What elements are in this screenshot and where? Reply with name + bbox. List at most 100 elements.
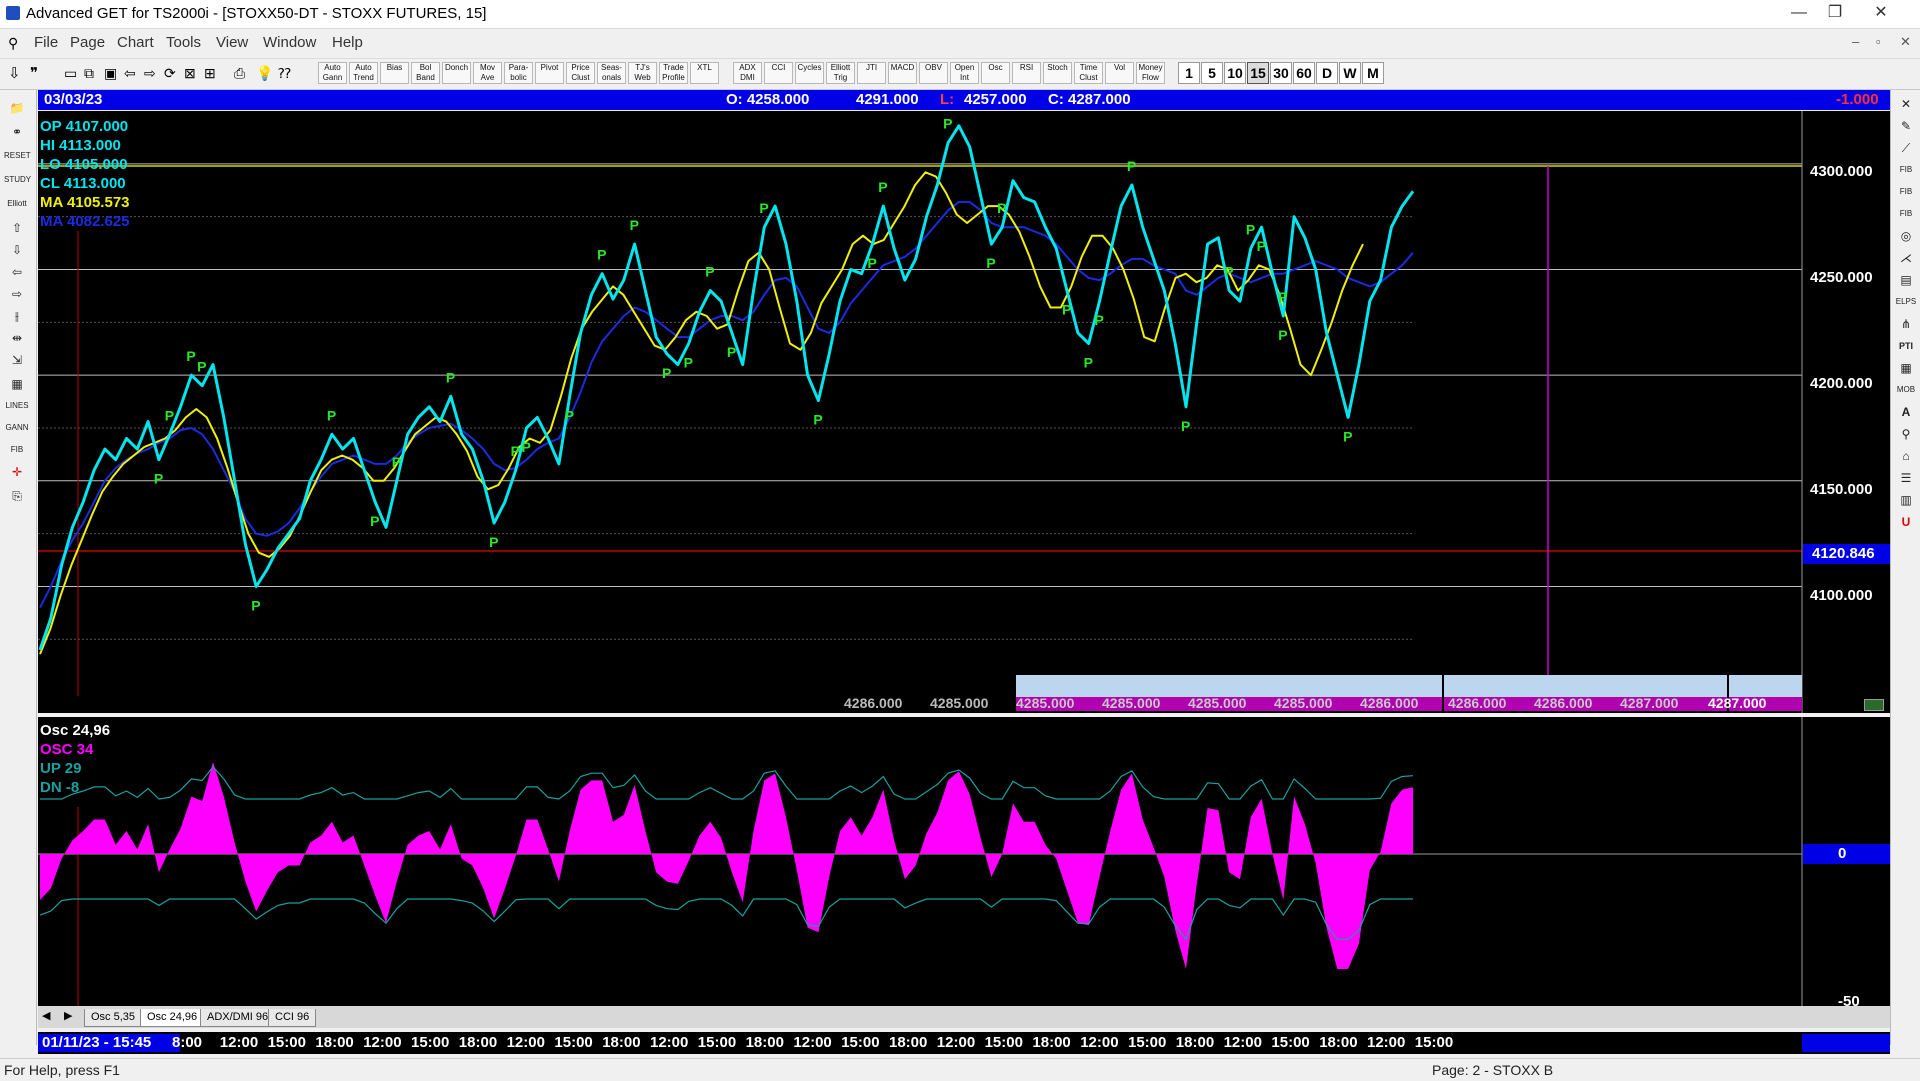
quote-icon[interactable]: ❞: [30, 64, 38, 82]
study-button[interactable]: Mov Ave: [473, 62, 502, 84]
menu-chart[interactable]: Chart: [117, 34, 154, 51]
timeframe-button[interactable]: 15: [1247, 62, 1269, 84]
timeframe-button[interactable]: 5: [1201, 62, 1223, 84]
study-button[interactable]: Auto Trend: [349, 62, 378, 84]
fib-ret-icon[interactable]: FIB: [1893, 160, 1919, 180]
save-icon[interactable]: ▣: [104, 65, 117, 82]
study-button[interactable]: Money Flow: [1136, 62, 1165, 84]
timeframe-button[interactable]: M: [1362, 62, 1384, 84]
study-button[interactable]: Cycles: [795, 62, 824, 84]
study-button[interactable]: Para- bolic: [504, 62, 533, 84]
study-button[interactable]: XTL: [690, 62, 719, 84]
timeframe-button[interactable]: 30: [1270, 62, 1292, 84]
price-chart-panel[interactable]: PPPPPPPPPPPPPPPPPPPPPPPPPPPPPPPPPPPPP OP…: [38, 111, 1890, 713]
study-icon[interactable]: STUDY: [4, 170, 31, 190]
child-close-button[interactable]: ✕: [1900, 34, 1911, 50]
study-button[interactable]: Time Clust: [1074, 62, 1103, 84]
cross-icon[interactable]: ✕: [1893, 94, 1919, 114]
study-button[interactable]: CCI: [764, 62, 793, 84]
fib-time-icon[interactable]: FIB: [1893, 204, 1919, 224]
timeframe-button[interactable]: 10: [1224, 62, 1246, 84]
grid-tool-icon[interactable]: ▦: [1893, 358, 1919, 378]
study-button[interactable]: Bol Band: [411, 62, 440, 84]
copy-icon[interactable]: ⧉: [84, 65, 94, 82]
book-icon[interactable]: ▥: [1893, 490, 1919, 510]
study-button[interactable]: Price Clust: [566, 62, 595, 84]
study-button[interactable]: Elliott Trig: [826, 62, 855, 84]
study-button[interactable]: Auto Gann: [318, 62, 347, 84]
menu-tools[interactable]: Tools: [166, 34, 201, 51]
study-button[interactable]: TJ's Web: [628, 62, 657, 84]
magnet-icon[interactable]: U: [1893, 512, 1919, 532]
study-button[interactable]: Seas- onals: [597, 62, 626, 84]
lines-icon[interactable]: LINES: [4, 396, 30, 416]
ellipse-icon[interactable]: ELPS: [1893, 292, 1919, 312]
elliott-icon[interactable]: Elliott: [4, 194, 30, 214]
study-button[interactable]: Trade Profile: [659, 62, 688, 84]
help-icon[interactable]: ⁇: [278, 65, 291, 82]
expand-icon[interactable]: ⇹: [4, 328, 30, 348]
menu-window[interactable]: Window: [263, 34, 316, 51]
study-button[interactable]: MACD: [888, 62, 917, 84]
arrow-left-icon[interactable]: ⇦: [4, 262, 30, 282]
paint-icon[interactable]: ⌂: [1893, 446, 1919, 466]
fan-icon[interactable]: ⋌: [1893, 248, 1919, 268]
arrow-up-icon[interactable]: ⇧: [4, 218, 30, 238]
document-icon[interactable]: ⚲: [8, 35, 18, 52]
oscillator-panel[interactable]: Osc 24,96 OSC 34 UP 29 DN -8 0 -50: [38, 717, 1890, 1012]
mob-icon[interactable]: MOB: [1893, 380, 1919, 400]
grid-icon[interactable]: ⊠: [184, 65, 196, 82]
study-button[interactable]: JTI: [857, 62, 886, 84]
back-icon[interactable]: ⇦: [124, 65, 136, 82]
table-icon[interactable]: ▦: [4, 374, 30, 394]
timeframe-button[interactable]: D: [1316, 62, 1338, 84]
child-restore-button[interactable]: ▫: [1876, 34, 1881, 49]
oscillator-chart[interactable]: [38, 717, 1890, 1007]
refresh-icon[interactable]: ⟳: [164, 65, 176, 82]
compress-icon[interactable]: ⇲: [4, 350, 30, 370]
print-icon[interactable]: ⎙: [234, 65, 245, 82]
text-tool-icon[interactable]: A: [1893, 402, 1919, 422]
timeframe-button[interactable]: 1: [1178, 62, 1200, 84]
spiral-icon[interactable]: ◎: [1893, 226, 1919, 246]
lightbulb-icon[interactable]: 💡: [256, 65, 273, 82]
pti-icon[interactable]: PTI: [1893, 336, 1919, 356]
timeframe-button[interactable]: W: [1339, 62, 1361, 84]
study-button[interactable]: Bias: [380, 62, 409, 84]
tab-scroll-right-icon[interactable]: ▶: [64, 1009, 72, 1022]
channel-icon[interactable]: ▤: [1893, 270, 1919, 290]
price-chart[interactable]: PPPPPPPPPPP PPPPPPPPPPPPPPPPPPPPPPPPPP: [38, 111, 1890, 713]
resize-grip-icon[interactable]: [1864, 699, 1884, 711]
tab-osc-5-35[interactable]: Osc 5,35: [84, 1009, 143, 1027]
close-button[interactable]: ✕: [1866, 2, 1896, 24]
child-minimize-button[interactable]: –: [1852, 34, 1859, 49]
fib-icon[interactable]: FIB: [4, 440, 30, 460]
minimize-button[interactable]: —: [1784, 2, 1814, 24]
reset-icon[interactable]: RESET: [4, 146, 31, 166]
pointer-icon[interactable]: ⇩: [8, 64, 21, 82]
timeframe-button[interactable]: 60: [1293, 62, 1315, 84]
arrow-right-icon[interactable]: ⇨: [4, 284, 30, 304]
folder-icon[interactable]: 📁: [4, 98, 30, 118]
arrow-down-icon[interactable]: ⇩: [4, 240, 30, 260]
camera-icon[interactable]: ⎘: [4, 486, 30, 506]
tab-cci-96[interactable]: CCI 96: [268, 1009, 317, 1027]
study-button[interactable]: Open Int: [950, 62, 979, 84]
pencil-icon[interactable]: ✎: [1893, 116, 1919, 136]
menu-page[interactable]: Page: [70, 34, 105, 51]
trendline-icon[interactable]: ⟋: [1893, 138, 1919, 158]
zoom-icon[interactable]: ⚲: [1893, 424, 1919, 444]
study-button[interactable]: Osc: [981, 62, 1010, 84]
bars-icon[interactable]: ⫲: [4, 306, 30, 326]
crosshair-icon[interactable]: ✛: [4, 462, 30, 482]
menu-view[interactable]: View: [216, 34, 248, 51]
tab-adx-dmi-96[interactable]: ADX/DMI 96: [200, 1009, 276, 1027]
menu-help[interactable]: Help: [332, 34, 363, 51]
tab-scroll-left-icon[interactable]: ◀: [42, 1009, 50, 1022]
study-button[interactable]: Stoch: [1043, 62, 1072, 84]
study-button[interactable]: Donch: [442, 62, 471, 84]
list-tool-icon[interactable]: ☰: [1893, 468, 1919, 488]
study-button[interactable]: Pivot: [535, 62, 564, 84]
study-button[interactable]: RSI: [1012, 62, 1041, 84]
new-page-icon[interactable]: ▭: [64, 65, 77, 82]
